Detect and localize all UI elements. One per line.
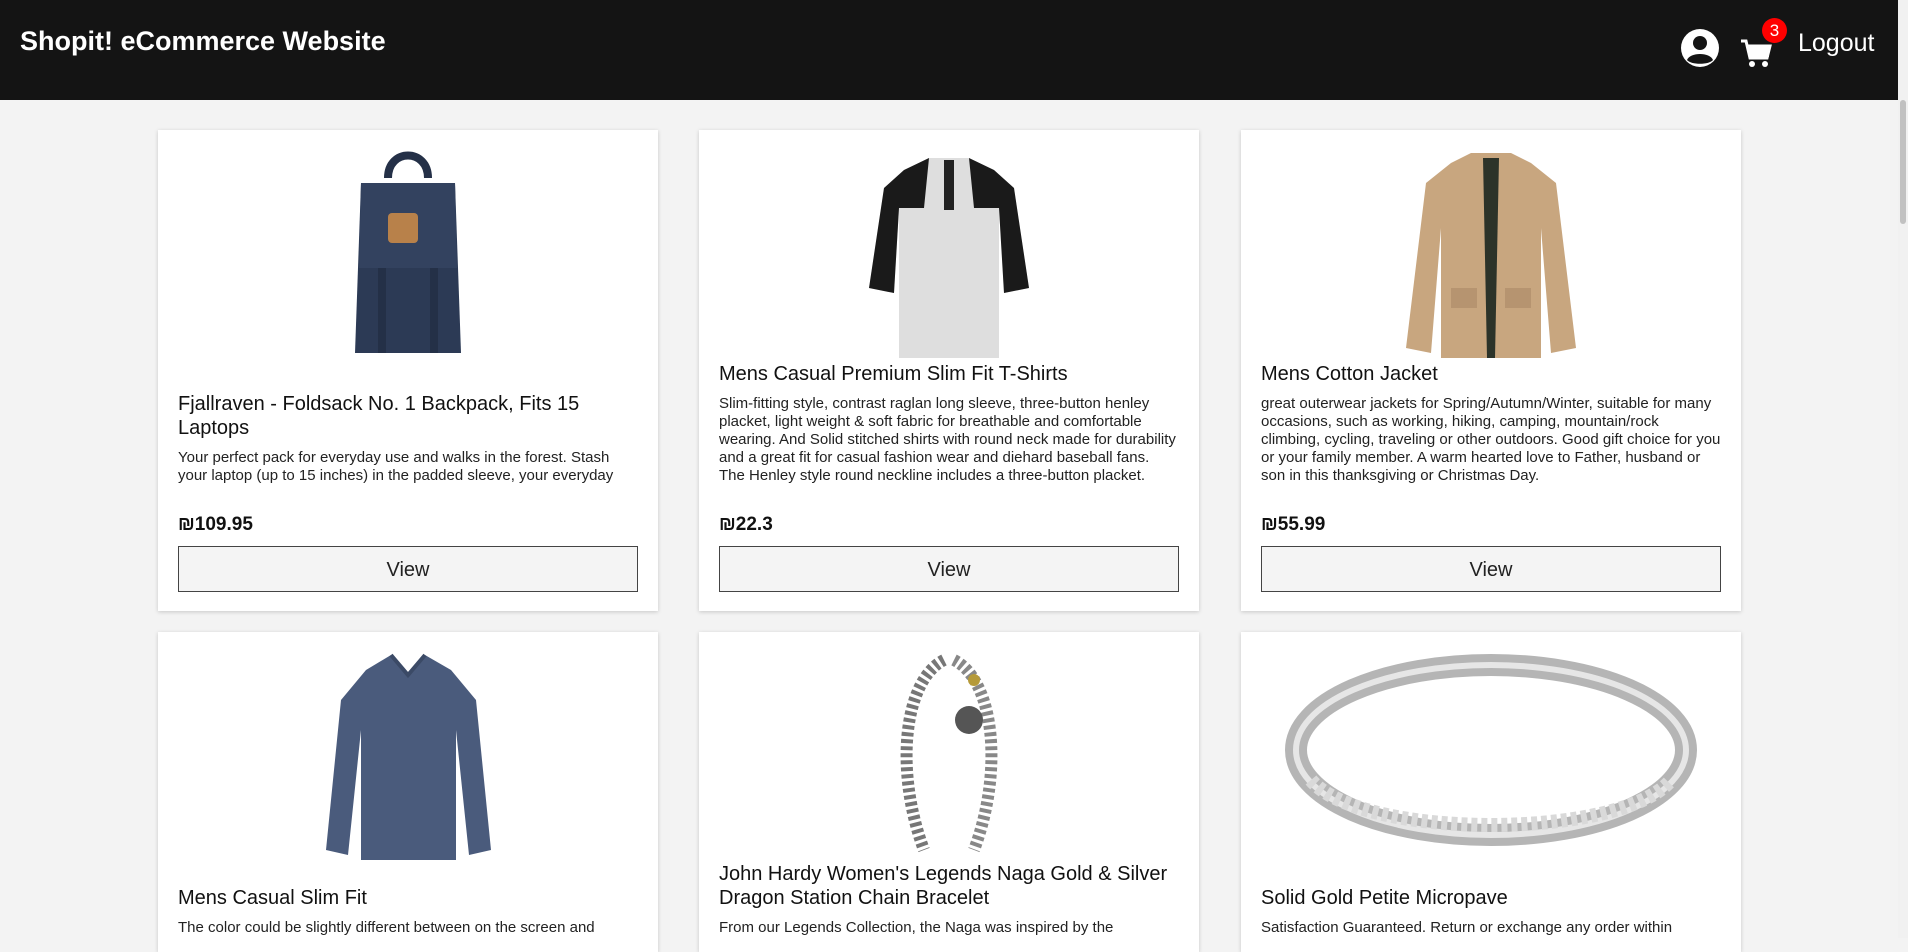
site-brand[interactable]: Shopit! eCommerce Website (20, 26, 386, 57)
tshirt-image (869, 158, 1029, 358)
product-description: great outerwear jackets for Spring/Autum… (1261, 395, 1721, 484)
product-card: Mens Casual Slim Fit The color could be … (158, 632, 658, 952)
product-image[interactable] (699, 650, 1199, 865)
product-title[interactable]: Mens Cotton Jacket (1261, 362, 1721, 386)
top-navbar: Shopit! eCommerce Website 3 Logout (0, 0, 1898, 100)
backpack-image (355, 151, 461, 353)
product-title[interactable]: Mens Casual Premium Slim Fit T-Shirts (719, 362, 1179, 386)
product-card: Fjallraven - Foldsack No. 1 Backpack, Fi… (158, 130, 658, 611)
ring-image (1285, 654, 1697, 846)
bracelet-image (900, 654, 998, 853)
view-product-button[interactable]: View (1261, 546, 1721, 592)
logout-link[interactable]: Logout (1798, 29, 1874, 58)
jacket-image (1406, 153, 1576, 358)
product-price: ₪55.99 (1261, 514, 1326, 535)
scrollbar-thumb[interactable] (1900, 100, 1906, 224)
product-card: Solid Gold Petite Micropave Satisfaction… (1241, 632, 1741, 952)
product-description: Slim-fitting style, contrast raglan long… (719, 395, 1176, 484)
user-circle-icon[interactable] (1680, 28, 1720, 68)
view-product-button[interactable]: View (719, 546, 1179, 592)
product-price: ₪109.95 (178, 514, 253, 535)
product-title[interactable]: Fjallraven - Foldsack No. 1 Backpack, Fi… (178, 392, 638, 440)
product-title[interactable]: Solid Gold Petite Micropave (1261, 886, 1721, 910)
product-image[interactable] (1241, 148, 1741, 363)
product-card: Mens Casual Premium Slim Fit T-Shirts Sl… (699, 130, 1199, 611)
product-description: Your perfect pack for everyday use and w… (178, 449, 614, 484)
product-description: The color could be slightly different be… (178, 919, 595, 936)
product-title[interactable]: John Hardy Women's Legends Naga Gold & S… (719, 862, 1179, 910)
product-card: John Hardy Women's Legends Naga Gold & S… (699, 632, 1199, 952)
product-card: Mens Cotton Jacket great outerwear jacke… (1241, 130, 1741, 611)
product-title[interactable]: Mens Casual Slim Fit (178, 886, 638, 910)
product-image[interactable] (1241, 650, 1741, 865)
product-description: From our Legends Collection, the Naga wa… (719, 919, 1114, 936)
product-image[interactable] (158, 148, 658, 363)
product-price: ₪22.3 (719, 514, 773, 535)
product-description: Satisfaction Guaranteed. Return or excha… (1261, 919, 1673, 936)
cart-count-badge: 3 (1762, 18, 1787, 43)
long-sleeve-shirt-image (325, 653, 491, 860)
view-product-button[interactable]: View (178, 546, 638, 592)
product-image[interactable] (158, 650, 658, 865)
product-image[interactable] (699, 148, 1199, 363)
